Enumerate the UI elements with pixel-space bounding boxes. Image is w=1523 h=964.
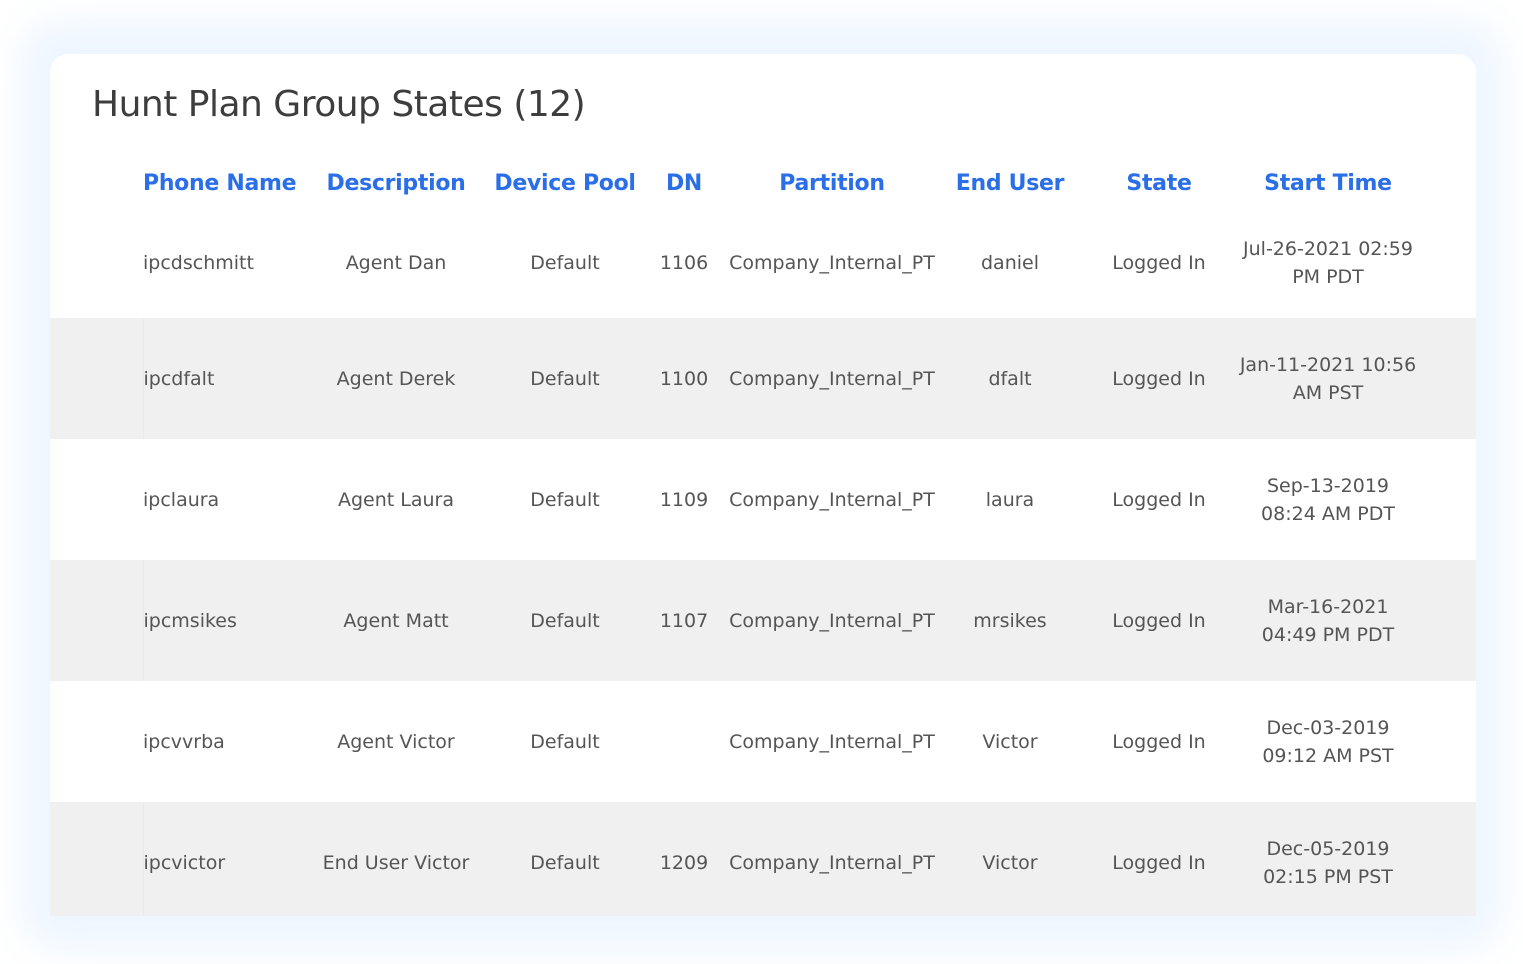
header-spacer <box>50 158 143 208</box>
cell-start-time: Jan-11-2021 10:56 AM PST <box>1239 318 1417 439</box>
cell-state: Logged In <box>1079 560 1239 681</box>
cell-end-user: dfalt <box>941 318 1079 439</box>
column-header-dn[interactable]: DN <box>645 158 723 208</box>
cell-description: Agent Derek <box>307 318 485 439</box>
cell-end-user: Victor <box>941 802 1079 916</box>
row-spacer-right <box>1417 439 1476 560</box>
cell-end-user: laura <box>985 488 1035 511</box>
row-spacer-right <box>1417 560 1476 681</box>
column-header-state[interactable]: State <box>1079 158 1239 208</box>
cell-description: Agent Laura <box>337 488 454 511</box>
cell-device-pool: Default <box>485 802 645 916</box>
row-spacer-right <box>1417 802 1476 916</box>
column-header-device-pool[interactable]: Device Pool <box>485 158 645 208</box>
row-spacer-right <box>1417 318 1476 439</box>
cell-phone-name: ipclaura <box>143 488 220 511</box>
cell-dn: 1106 <box>659 252 709 274</box>
cell-start-time: Mar-16-2021 04:49 PM PDT <box>1239 560 1417 681</box>
cell-dn: 1107 <box>645 560 723 681</box>
cell-device-pool: Default <box>530 488 600 511</box>
row-spacer <box>50 681 143 802</box>
cell-partition: Company_Internal_PT <box>729 252 935 274</box>
row-spacer <box>50 802 144 916</box>
cell-partition: Company_Internal_PT <box>729 488 935 511</box>
cell-description: Agent Victor <box>337 730 455 753</box>
cell-partition: Company_Internal_PT <box>723 318 941 439</box>
table-header-row: Phone Name Description Device Pool DN Pa… <box>50 158 1476 208</box>
cell-partition: Company_Internal_PT <box>723 560 941 681</box>
cell-start-time: Jul-26-2021 02:59 PM PDT <box>1243 238 1413 288</box>
row-spacer <box>50 318 144 439</box>
column-header-description[interactable]: Description <box>307 158 485 208</box>
cell-phone-name: ipcmsikes <box>143 560 307 681</box>
cell-phone-name: ipcdschmitt <box>143 252 254 274</box>
column-header-partition[interactable]: Partition <box>723 158 941 208</box>
cell-phone-name: ipcvictor <box>143 802 307 916</box>
cell-partition: Company_Internal_PT <box>729 730 935 753</box>
cell-description: Agent Matt <box>307 560 485 681</box>
cell-dn <box>645 681 723 802</box>
hunt-plan-table: Phone Name Description Device Pool DN Pa… <box>50 158 1476 916</box>
cell-dn: 1209 <box>645 802 723 916</box>
cell-state: Logged In <box>1112 730 1206 753</box>
cell-description: End User Victor <box>307 802 485 916</box>
row-spacer-right <box>1417 208 1476 318</box>
cell-partition: Company_Internal_PT <box>723 802 941 916</box>
cell-state: Logged In <box>1079 802 1239 916</box>
table-row[interactable]: ipcdschmitt Agent Dan Default 1106 Company_I… <box>50 208 1476 318</box>
hunt-plan-group-states-panel: Hunt Plan Group States (12) Phone Name D… <box>50 54 1476 916</box>
header-spacer-right <box>1417 158 1476 208</box>
cell-start-time: Dec-05-2019 02:15 PM PST <box>1239 802 1417 916</box>
cell-state: Logged In <box>1112 252 1206 274</box>
row-spacer <box>50 208 143 318</box>
column-header-start-time[interactable]: Start Time <box>1239 158 1417 208</box>
column-header-phone-name[interactable]: Phone Name <box>143 158 307 208</box>
cell-device-pool: Default <box>530 252 600 274</box>
cell-end-user: daniel <box>981 252 1039 274</box>
row-spacer <box>50 560 144 681</box>
cell-dn: 1100 <box>645 318 723 439</box>
row-spacer-right <box>1417 681 1476 802</box>
cell-description: Agent Dan <box>345 252 447 274</box>
cell-end-user: mrsikes <box>941 560 1079 681</box>
table-row[interactable]: ipcvvrba Agent Victor Default Company_Inter… <box>50 681 1476 802</box>
table-row[interactable]: ipcdfalt Agent Derek Default 1100 Company_In… <box>50 318 1476 439</box>
cell-dn: 1109 <box>659 488 709 511</box>
table-row[interactable]: ipclaura Agent Laura Default 1109 Company_In… <box>50 439 1476 560</box>
table-row[interactable]: ipcmsikes Agent Matt Default 1107 Company_In… <box>50 560 1476 681</box>
cell-state: Logged In <box>1112 488 1206 511</box>
cell-state: Logged In <box>1079 318 1239 439</box>
panel-title: Hunt Plan Group States (12) <box>92 84 586 125</box>
cell-device-pool: Default <box>485 318 645 439</box>
cell-phone-name: ipcdfalt <box>143 318 307 439</box>
cell-device-pool: Default <box>530 730 600 753</box>
cell-start-time: Sep-13-2019 08:24 AM PDT <box>1261 474 1395 525</box>
cell-device-pool: Default <box>485 560 645 681</box>
column-header-end-user[interactable]: End User <box>941 158 1079 208</box>
cell-start-time: Dec-03-2019 09:12 AM PST <box>1262 716 1394 767</box>
row-spacer <box>50 439 143 560</box>
cell-end-user: Victor <box>982 730 1038 753</box>
table-row[interactable]: ipcvictor End User Victor Default 1209 Compa… <box>50 802 1476 916</box>
cell-phone-name: ipcvvrba <box>143 730 225 753</box>
